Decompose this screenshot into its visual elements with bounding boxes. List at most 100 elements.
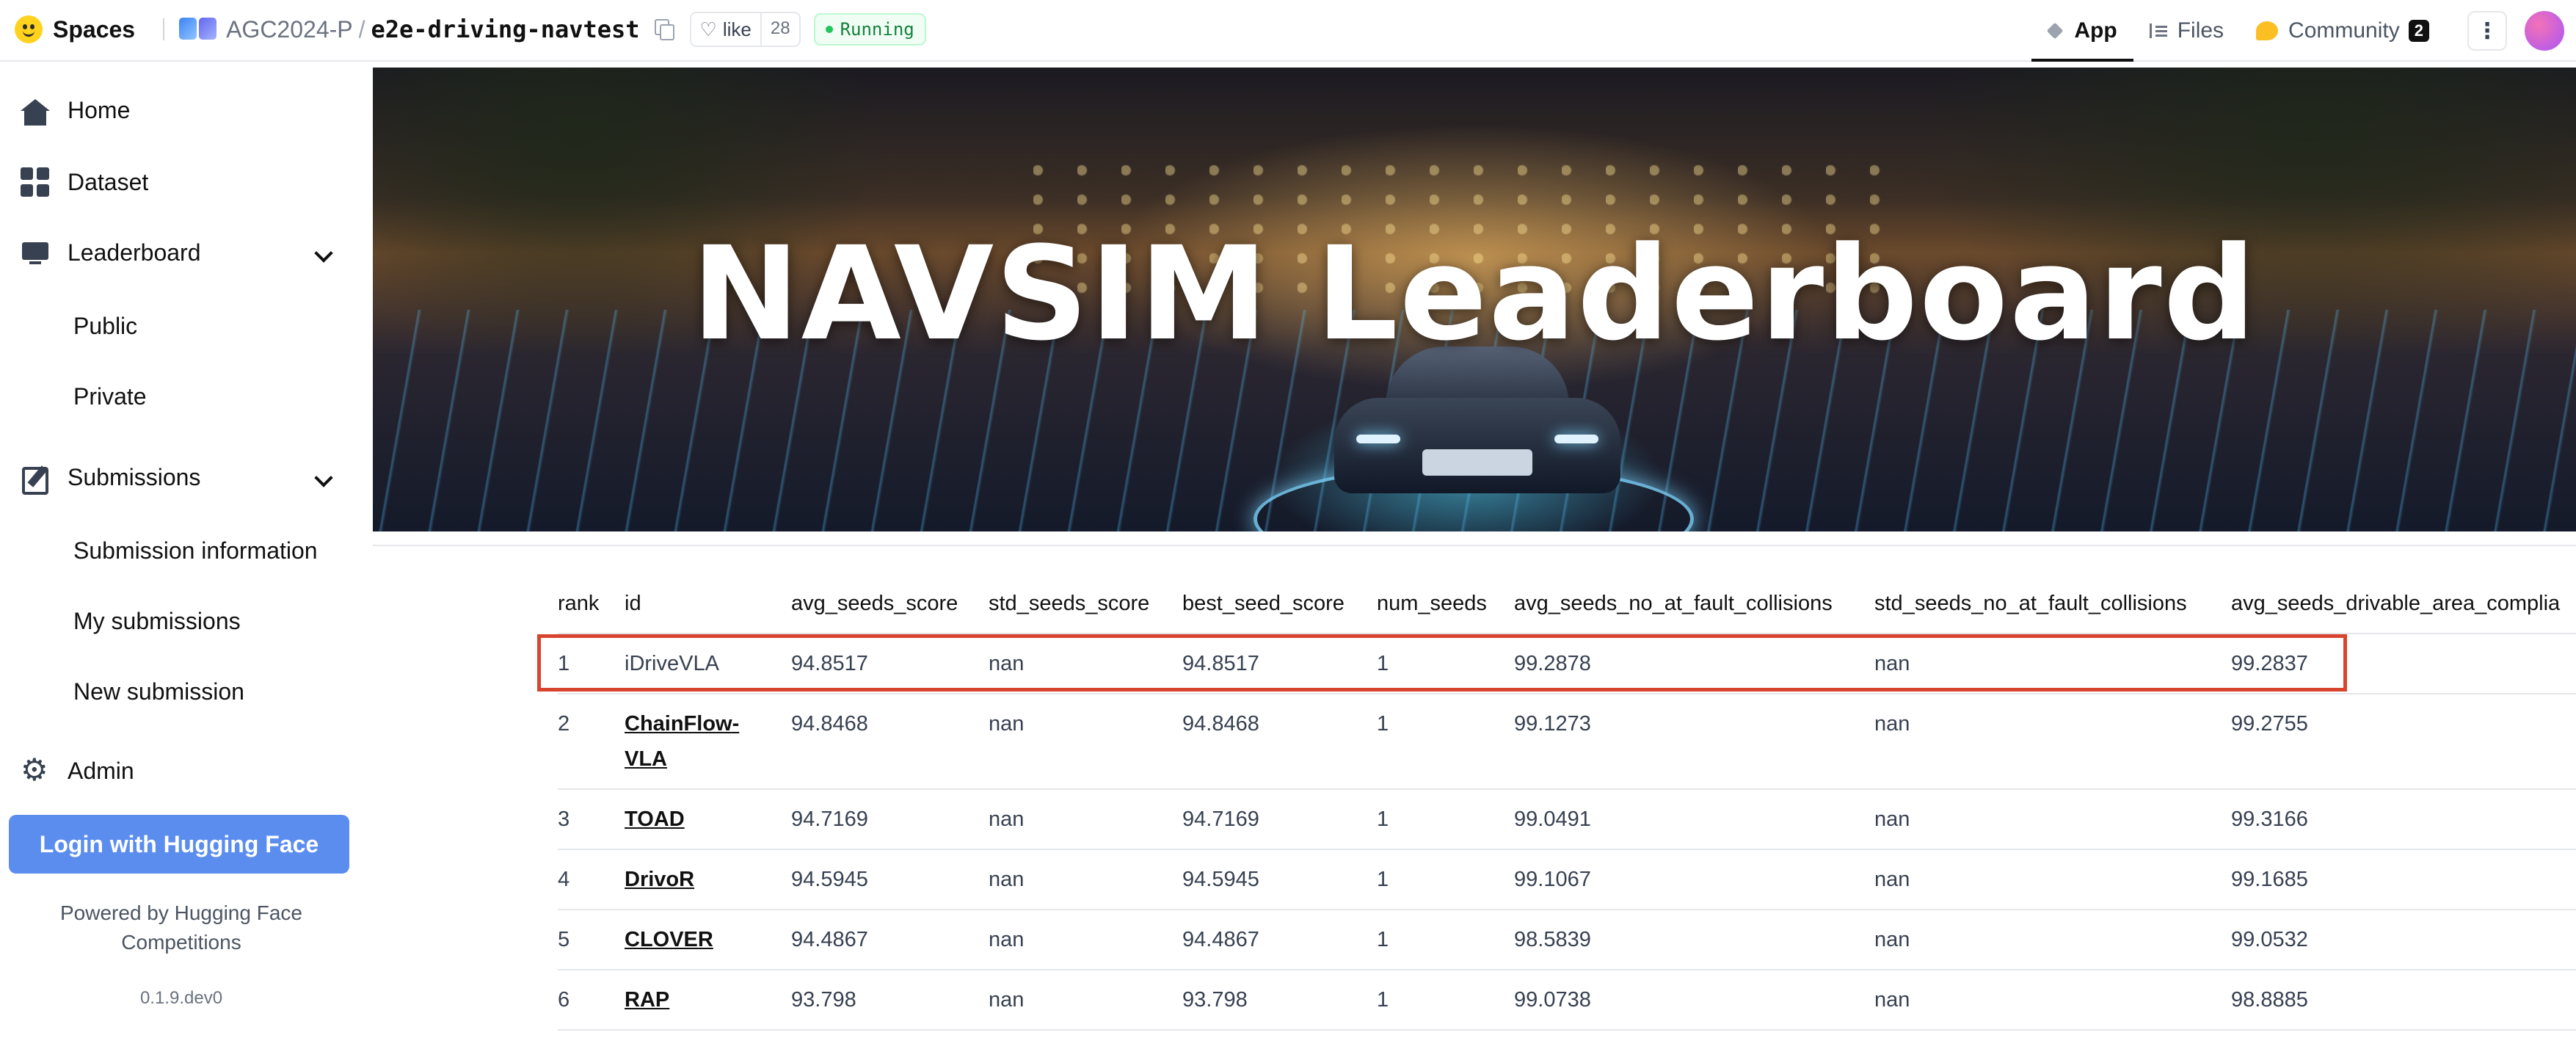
cell-avg-drivable-area-compliance: 99.1685 <box>2231 868 2308 891</box>
cell-std-seeds-score: nan <box>989 807 1025 831</box>
tab-app[interactable]: App <box>2031 0 2134 62</box>
highlighted-row-annotation <box>537 634 2347 692</box>
sidebar-item-home[interactable]: Home <box>21 97 131 126</box>
cell-id-link[interactable]: DrivoR <box>625 868 694 892</box>
table-row-divider <box>558 969 2576 970</box>
sidebar-item-dataset[interactable]: Dataset <box>21 167 148 197</box>
cell-avg-no-at-fault-collisions: 99.0491 <box>1514 807 1591 831</box>
version-label: 0.1.9.dev0 <box>139 988 223 1008</box>
sidebar-item-label: Dataset <box>68 168 149 195</box>
cell-rank: 3 <box>558 807 570 831</box>
table-row-divider <box>558 1029 2576 1031</box>
cell-best-seed-score: 93.798 <box>1182 988 1248 1012</box>
cell-id-link[interactable]: VLA <box>625 747 667 772</box>
cell-best-seed-score: 94.7169 <box>1182 807 1259 831</box>
sidebar-item-submissions[interactable]: Submissions <box>21 462 201 495</box>
tab-app-label: App <box>2074 18 2117 43</box>
sidebar-item-label: Leaderboard <box>68 239 201 266</box>
org-avatar-icon <box>179 18 219 41</box>
cell-avg-seeds-score: 94.7169 <box>791 807 868 831</box>
tab-files-label: Files <box>2177 18 2224 43</box>
cell-best-seed-score: 94.4867 <box>1182 928 1259 951</box>
cell-avg-drivable-area-compliance: 98.8885 <box>2231 988 2308 1012</box>
dataset-icon <box>21 167 50 197</box>
like-button[interactable]: ♡ like 28 <box>689 12 801 47</box>
chevron-down-icon[interactable] <box>314 468 333 487</box>
chevron-down-icon[interactable] <box>314 244 333 263</box>
cell-avg-seeds-score: 93.798 <box>791 988 856 1012</box>
sidebar-item-new-submission[interactable]: New submission <box>73 678 244 705</box>
cell-std-no-at-fault-collisions: nan <box>1874 988 1910 1012</box>
cell-avg-no-at-fault-collisions: 98.5839 <box>1514 928 1591 951</box>
leaderboard-banner-image: NAVSIM Leaderboard <box>373 68 2576 531</box>
column-header-std-no-at-fault-collisions: std_seeds_no_at_fault_collisions <box>1874 592 2187 615</box>
cell-std-seeds-score: nan <box>989 868 1025 891</box>
cell-id-link[interactable]: ChainFlow- <box>625 712 739 736</box>
cell-avg-drivable-area-compliance: 99.0532 <box>2231 928 2308 951</box>
user-avatar[interactable] <box>2525 11 2564 51</box>
sidebar-item-label: Home <box>68 97 131 123</box>
cell-rank: 2 <box>558 712 570 736</box>
org-link[interactable]: AGC2024-P <box>226 16 353 43</box>
cell-avg-seeds-score: 94.4867 <box>791 928 868 951</box>
cell-avg-seeds-score: 94.8468 <box>791 712 868 736</box>
login-button[interactable]: Login with Hugging Face <box>9 815 349 874</box>
status-text: Running <box>840 19 914 40</box>
sidebar-item-private[interactable]: Private <box>73 383 147 410</box>
cell-rank: 4 <box>558 868 570 891</box>
sidebar-item-admin[interactable]: Admin <box>21 752 134 788</box>
table-row-divider <box>558 909 2576 910</box>
column-header-avg-drivable-area-compliance: avg_seeds_drivable_area_complia <box>2231 592 2561 615</box>
copy-icon[interactable] <box>654 19 674 40</box>
cell-num-seeds: 1 <box>1377 928 1389 951</box>
cell-std-seeds-score: nan <box>989 988 1025 1012</box>
top-bar: Spaces AGC2024-P / e2e-driving-navtest ♡… <box>0 0 2576 62</box>
banner-title: NAVSIM Leaderboard <box>691 219 2257 369</box>
column-header-avg-seeds-score: avg_seeds_score <box>791 592 958 615</box>
cell-avg-drivable-area-compliance: 99.3166 <box>2231 807 2308 831</box>
cell-rank: 6 <box>558 988 570 1012</box>
column-header-num-seeds: num_seeds <box>1377 592 1487 615</box>
powered-by-line[interactable]: Competitions <box>0 928 363 957</box>
spaces-link[interactable]: Spaces <box>53 16 135 43</box>
sidebar-item-submission-information[interactable]: Submission information <box>73 537 318 565</box>
cell-std-no-at-fault-collisions: nan <box>1874 807 1910 831</box>
tab-files[interactable]: Files <box>2133 0 2240 62</box>
status-dot-icon <box>825 26 833 33</box>
sidebar-item-my-submissions[interactable]: My submissions <box>73 608 241 635</box>
banner-car <box>1334 346 1620 508</box>
sidebar-item-public[interactable]: Public <box>73 313 137 340</box>
tab-community[interactable]: Community 2 <box>2240 0 2445 62</box>
like-count[interactable]: 28 <box>760 13 799 46</box>
table-row-divider <box>558 849 2576 850</box>
cell-id-link[interactable]: TOAD <box>625 807 685 832</box>
status-badge: Running <box>813 13 926 46</box>
cell-avg-no-at-fault-collisions: 99.1273 <box>1514 712 1591 736</box>
cell-id-link[interactable]: CLOVER <box>625 928 713 952</box>
sidebar-item-label: Submissions <box>68 463 201 490</box>
cell-std-seeds-score: nan <box>989 712 1025 736</box>
sidebar-item-leaderboard[interactable]: Leaderboard <box>21 238 200 267</box>
breadcrumb-separator: / <box>358 15 365 43</box>
heart-icon: ♡ <box>699 18 717 40</box>
hugging-face-logo-icon[interactable] <box>15 15 43 43</box>
column-header-std-seeds-score: std_seeds_score <box>989 592 1150 615</box>
more-options-button[interactable]: ⋮ <box>2467 11 2507 51</box>
cell-rank: 5 <box>558 928 570 951</box>
cell-num-seeds: 1 <box>1377 868 1389 891</box>
cell-best-seed-score: 94.5945 <box>1182 868 1259 891</box>
powered-by-text: Powered by Hugging Face Competitions <box>0 899 363 957</box>
leaderboard-icon <box>21 238 50 267</box>
repo-name-link[interactable]: e2e-driving-navtest <box>371 15 640 43</box>
files-icon <box>2149 23 2167 38</box>
divider <box>373 545 2576 546</box>
home-icon <box>21 98 50 126</box>
cell-avg-seeds-score: 94.5945 <box>791 868 868 891</box>
community-count-badge: 2 <box>2408 20 2429 42</box>
sidebar-item-label: Admin <box>68 757 134 784</box>
divider <box>163 18 165 40</box>
cell-id-link[interactable]: RAP <box>625 988 669 1012</box>
cell-best-seed-score: 94.8468 <box>1182 712 1259 736</box>
cell-std-no-at-fault-collisions: nan <box>1874 712 1910 736</box>
column-header-rank: rank <box>558 592 600 615</box>
